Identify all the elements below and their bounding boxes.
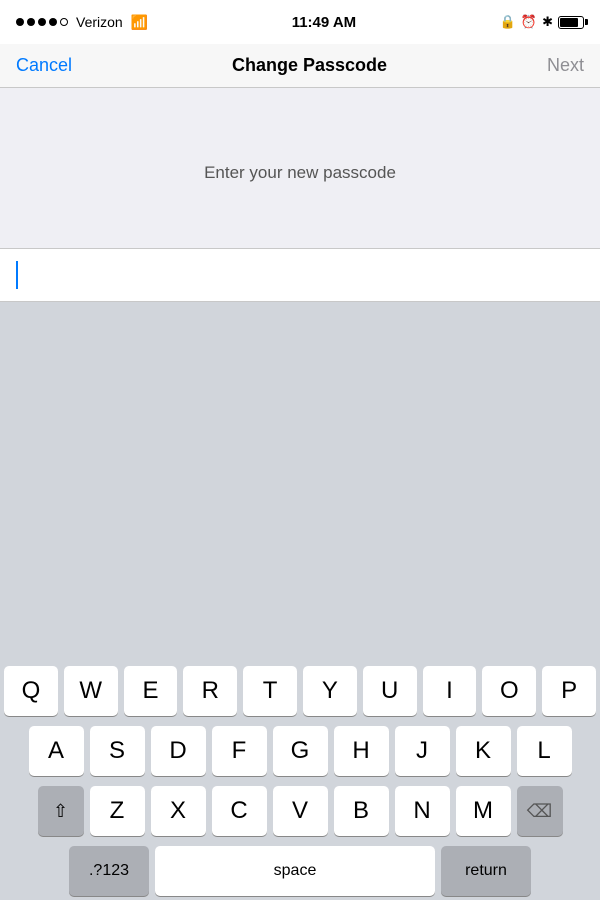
key-c[interactable]: C xyxy=(212,786,267,836)
status-bar: Verizon 📶 11:49 AM 🔒 ⏰ ✱ xyxy=(0,0,600,44)
prompt-area: Enter your new passcode xyxy=(0,88,600,248)
key-s[interactable]: S xyxy=(90,726,145,776)
prompt-text: Enter your new passcode xyxy=(204,163,396,183)
key-u[interactable]: U xyxy=(363,666,417,716)
key-r[interactable]: R xyxy=(183,666,237,716)
key-x[interactable]: X xyxy=(151,786,206,836)
key-f[interactable]: F xyxy=(212,726,267,776)
key-b[interactable]: B xyxy=(334,786,389,836)
numbers-key[interactable]: .?123 xyxy=(69,846,149,896)
key-n[interactable]: N xyxy=(395,786,450,836)
status-left: Verizon 📶 xyxy=(16,14,148,31)
key-t[interactable]: T xyxy=(243,666,297,716)
key-e[interactable]: E xyxy=(124,666,178,716)
key-m[interactable]: M xyxy=(456,786,511,836)
key-p[interactable]: P xyxy=(542,666,596,716)
keyboard-gap xyxy=(0,302,600,656)
page-title: Change Passcode xyxy=(232,55,387,76)
key-j[interactable]: J xyxy=(395,726,450,776)
key-h[interactable]: H xyxy=(334,726,389,776)
next-button[interactable]: Next xyxy=(547,55,584,76)
battery-icon xyxy=(558,16,584,29)
key-w[interactable]: W xyxy=(64,666,118,716)
backspace-icon: ⌫ xyxy=(527,801,552,822)
key-l[interactable]: L xyxy=(517,726,572,776)
key-a[interactable]: A xyxy=(29,726,84,776)
cancel-button[interactable]: Cancel xyxy=(16,55,72,76)
status-time: 11:49 AM xyxy=(292,14,356,31)
status-right: 🔒 ⏰ ✱ xyxy=(500,14,584,30)
battery-fill xyxy=(560,18,578,27)
passcode-input-area[interactable] xyxy=(0,248,600,302)
keyboard-row-3: ⇧ Z X C V B N M ⌫ xyxy=(4,786,596,836)
wifi-icon: 📶 xyxy=(131,14,148,31)
keyboard-row-2: A S D F G H J K L xyxy=(4,726,596,776)
text-cursor xyxy=(16,261,18,289)
key-v[interactable]: V xyxy=(273,786,328,836)
key-o[interactable]: O xyxy=(482,666,536,716)
backspace-key[interactable]: ⌫ xyxy=(517,786,563,836)
shift-key[interactable]: ⇧ xyxy=(38,786,84,836)
keyboard: Q W E R T Y U I O P A S D F G H J K L ⇧ … xyxy=(0,656,600,900)
space-key[interactable]: space xyxy=(155,846,435,896)
key-g[interactable]: G xyxy=(273,726,328,776)
carrier-label: Verizon xyxy=(76,14,123,30)
return-key[interactable]: return xyxy=(441,846,531,896)
shift-icon: ⇧ xyxy=(53,801,68,822)
portrait-lock-icon: 🔒 xyxy=(500,14,516,30)
signal-icon xyxy=(16,18,68,26)
nav-bar: Cancel Change Passcode Next xyxy=(0,44,600,88)
key-i[interactable]: I xyxy=(423,666,477,716)
key-q[interactable]: Q xyxy=(4,666,58,716)
key-z[interactable]: Z xyxy=(90,786,145,836)
keyboard-row-1: Q W E R T Y U I O P xyxy=(4,666,596,716)
key-y[interactable]: Y xyxy=(303,666,357,716)
alarm-icon: ⏰ xyxy=(521,14,537,30)
bluetooth-icon: ✱ xyxy=(542,14,553,30)
key-k[interactable]: K xyxy=(456,726,511,776)
key-d[interactable]: D xyxy=(151,726,206,776)
keyboard-row-4: .?123 space return xyxy=(4,846,596,896)
